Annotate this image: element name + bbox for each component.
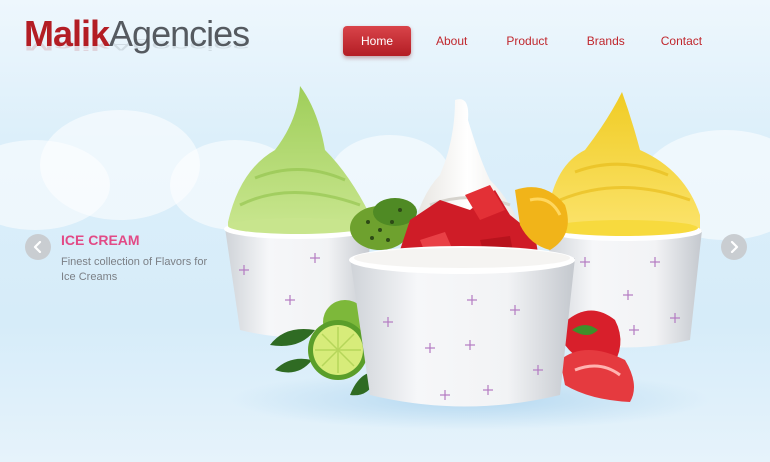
green-ice-cream-cup (224, 86, 372, 338)
ice-cream-product-image (224, 86, 710, 430)
yellow-ice-cream-cup (546, 92, 702, 348)
vanilla-ice-cream-cup (349, 99, 575, 407)
page: MalikAgencies MalikAgencies Home About P… (0, 0, 770, 462)
